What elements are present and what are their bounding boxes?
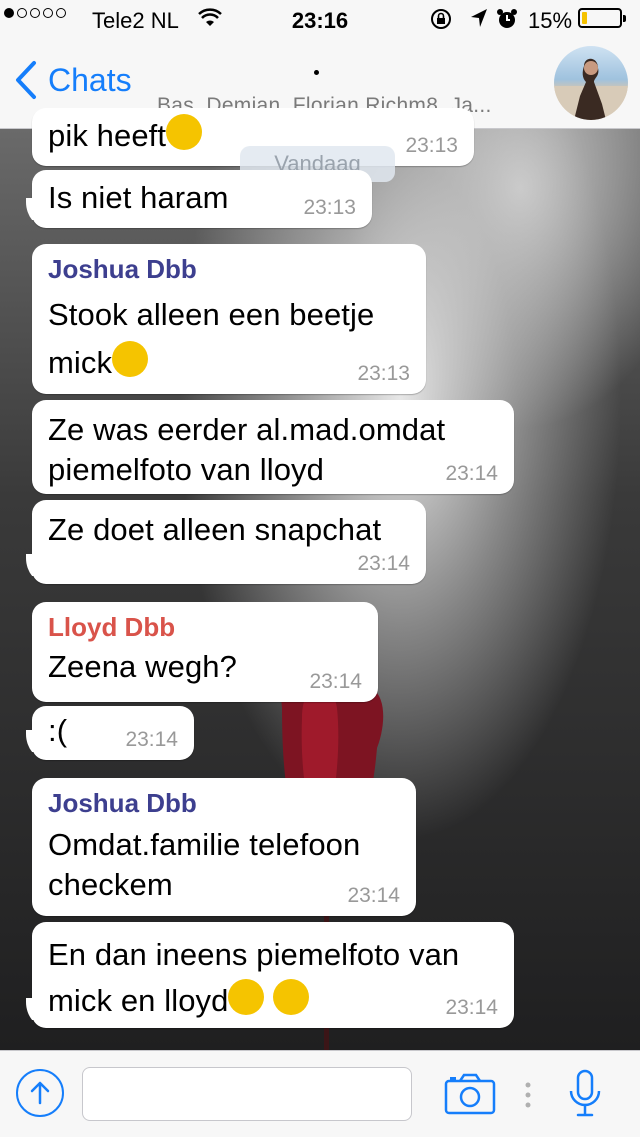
sender-name: Joshua Dbb [48, 254, 197, 284]
more-icon [524, 1081, 532, 1114]
attach-icon [30, 1081, 50, 1105]
message-text: pik heeft [48, 118, 167, 153]
status-bar: Tele2 NL 23:16 15% [0, 0, 640, 40]
battery-percentage: 15% [528, 8, 573, 33]
message-time: 23:13 [405, 134, 458, 157]
kissing-face-emoji-icon [112, 341, 149, 377]
message-bubble[interactable]: :( 23:14 [26, 706, 194, 760]
message-time: 23:14 [357, 552, 410, 575]
bubble-tail [18, 554, 40, 576]
message-time: 23:13 [357, 362, 410, 385]
message-text: Ze doet alleen snapchat [48, 512, 382, 547]
message-text: Stook alleen een beetje mick [48, 297, 375, 380]
message-time: 23:14 [125, 728, 178, 751]
back-chevron-icon [16, 61, 36, 99]
message-bubble[interactable]: Lloyd Dbb Zeena wegh? 23:14 [32, 602, 378, 702]
message-text: Ze was eerder al.mad.omdat piemelfoto va… [48, 412, 446, 487]
message-time: 23:14 [445, 462, 498, 485]
message-time: 23:13 [303, 196, 356, 219]
message-bubble[interactable]: Ze was eerder al.mad.omdat piemelfoto va… [32, 400, 514, 494]
message-bubble[interactable]: Joshua Dbb Stook alleen een beetje mick … [32, 244, 426, 394]
message-time: 23:14 [445, 996, 498, 1019]
mic-icon [569, 1069, 601, 1117]
message-time: 23:14 [309, 670, 362, 693]
location-icon [470, 8, 488, 34]
group-avatar[interactable] [554, 46, 628, 120]
message-bubble[interactable]: Is niet haram 23:13 [26, 170, 372, 228]
message-bubble[interactable]: Ze doet alleen snapchat 23:14 [26, 500, 426, 584]
back-label: Chats [48, 61, 132, 98]
crying-laughing-emoji-icon [166, 114, 203, 150]
sender-name: Lloyd Dbb [48, 612, 176, 642]
battery-icon [578, 8, 626, 28]
back-to-chats-button[interactable]: Chats [14, 60, 132, 100]
bubble-tail [18, 198, 40, 220]
crying-laughing-emoji-icon [273, 979, 310, 1015]
message-time: 23:14 [347, 884, 400, 907]
voice-message-button[interactable] [568, 1069, 602, 1124]
alarm-icon [496, 8, 518, 36]
attach-button[interactable] [16, 1069, 64, 1117]
battery-level-fill [582, 12, 587, 24]
sender-name: Joshua Dbb [48, 788, 197, 818]
message-input-bar [0, 1050, 640, 1137]
camera-button[interactable] [444, 1073, 496, 1120]
bubble-tail [18, 730, 40, 752]
bubble-tail [18, 998, 40, 1020]
group-title[interactable] [314, 70, 319, 75]
crying-laughing-emoji-icon [228, 979, 265, 1015]
message-bubble[interactable]: En dan ineens piemelfoto van mick en llo… [26, 922, 514, 1028]
message-bubble[interactable]: Joshua Dbb Omdat.familie telefoon checke… [32, 778, 416, 916]
message-input[interactable] [82, 1067, 412, 1121]
camera-icon [444, 1073, 496, 1115]
rotation-lock-icon [430, 8, 452, 36]
